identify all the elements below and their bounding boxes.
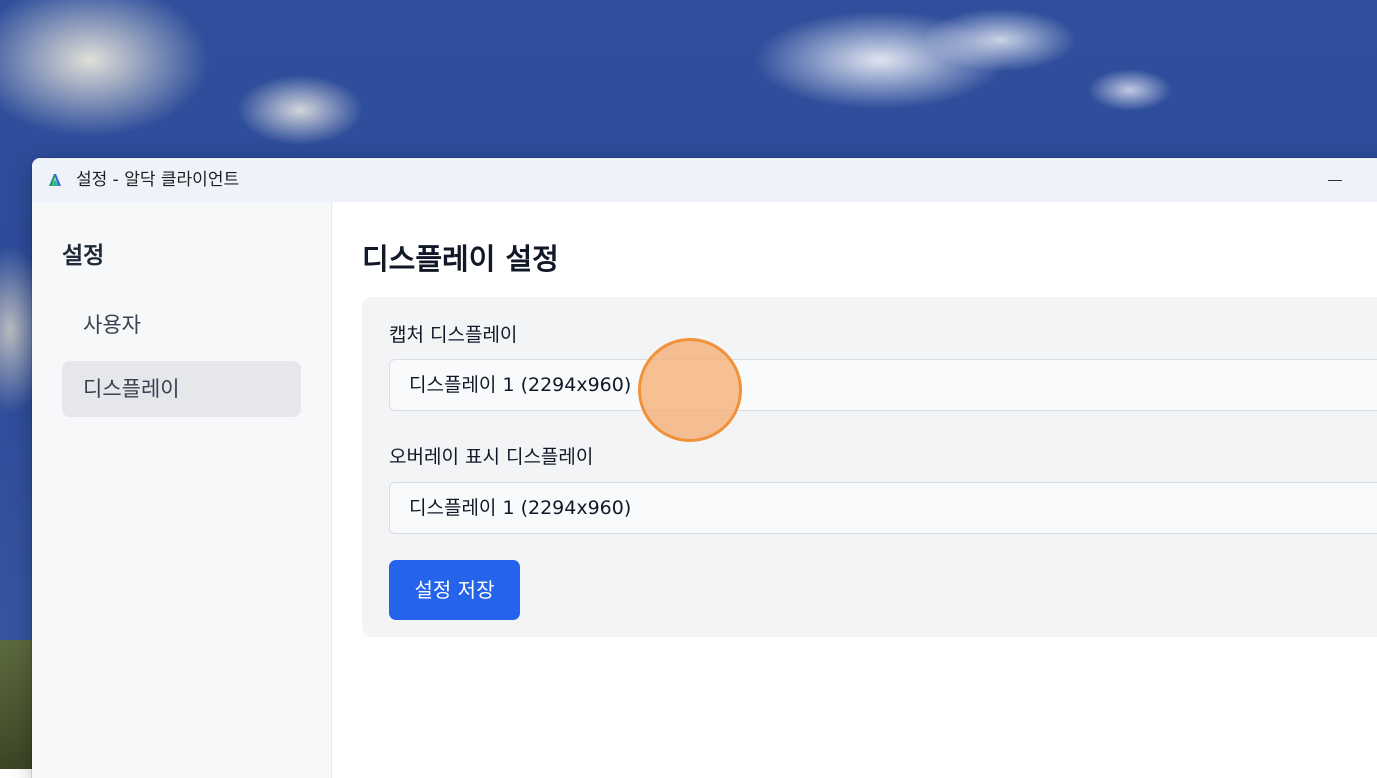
save-settings-button[interactable]: 설정 저장 <box>389 560 520 620</box>
page-title: 디스플레이 설정 <box>362 242 559 276</box>
display-settings-card: 캡처 디스플레이 디스플레이 1 (2294x960) 오버레이 표시 디스플레… <box>362 297 1377 637</box>
main-content: 디스플레이 설정 캡처 디스플레이 디스플레이 1 (2294x960) 오버레… <box>332 202 1377 778</box>
sidebar-title: 설정 <box>62 243 105 269</box>
sidebar-item-display[interactable]: 디스플레이 <box>62 361 301 417</box>
overlay-display-label: 오버레이 표시 디스플레이 <box>389 446 594 468</box>
capture-display-select[interactable]: 디스플레이 1 (2294x960) <box>389 359 1377 411</box>
title-bar[interactable]: 설정 - 알닥 클라이언트 <box>32 158 1377 202</box>
cursor-click-indicator <box>638 338 742 442</box>
overlay-display-select[interactable]: 디스플레이 1 (2294x960) <box>389 482 1377 534</box>
minimize-button[interactable] <box>1318 158 1352 202</box>
sidebar-item-users[interactable]: 사용자 <box>62 297 301 353</box>
minimize-icon <box>1328 179 1342 181</box>
settings-window: 설정 - 알닥 클라이언트 설정 사용자 디스플레이 디스플레이 설정 캡처 디… <box>32 158 1377 778</box>
app-logo-icon <box>49 174 61 186</box>
sidebar: 설정 사용자 디스플레이 <box>32 202 332 778</box>
window-title: 설정 - 알닥 클라이언트 <box>76 170 240 190</box>
capture-display-label: 캡처 디스플레이 <box>389 324 518 346</box>
